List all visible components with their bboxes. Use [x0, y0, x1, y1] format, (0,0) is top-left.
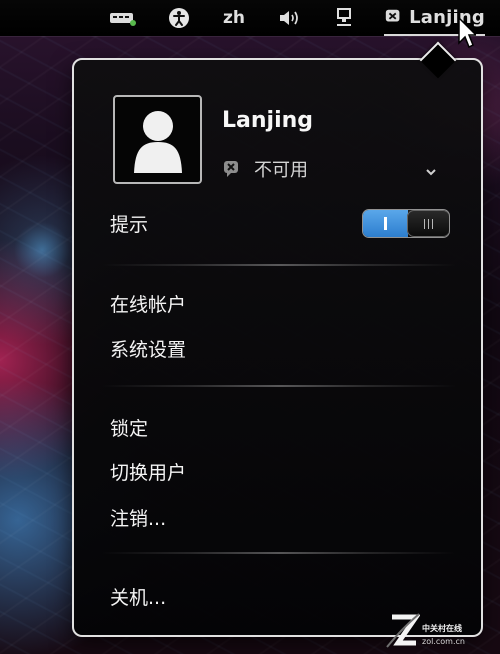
accessibility-icon — [169, 8, 189, 28]
mouse-cursor-icon — [458, 17, 476, 48]
status-unavailable-icon — [224, 161, 238, 177]
status-unavailable-icon — [385, 9, 400, 22]
status-dropdown-button[interactable] — [422, 163, 440, 181]
avatar-button[interactable] — [113, 95, 202, 184]
notifications-toggle[interactable] — [362, 209, 450, 238]
language-label: zh — [223, 8, 245, 28]
keyboard-panel-button[interactable] — [106, 0, 140, 36]
status-label: 不可用 — [254, 160, 308, 181]
menu-separator — [102, 385, 456, 387]
volume-panel-button[interactable] — [274, 0, 304, 36]
logout-menu-item[interactable]: 注销... — [110, 504, 166, 531]
toggle-knob[interactable] — [407, 210, 449, 237]
notifications-label: 提示 — [110, 214, 149, 236]
lock-menu-item[interactable]: 锁定 — [110, 414, 148, 441]
chevron-down-icon — [426, 169, 436, 176]
system-settings-menu-item[interactable]: 系统设置 — [110, 335, 186, 362]
top-panel: zh Lanjing — [0, 0, 500, 36]
menu-user-name: Lanjing — [222, 108, 314, 133]
menu-separator — [102, 264, 456, 266]
watermark-text: 中关村在线 — [422, 624, 462, 633]
menu-separator — [102, 552, 456, 554]
desktop-screen: zh Lanjing Lanjing 不可用 提示 在线帐户 系统设置 锁定 切… — [0, 0, 500, 654]
watermark-domain: zol.com.cn — [422, 637, 465, 646]
keyboard-icon — [110, 13, 136, 26]
zol-watermark: 中关村在线 zol.com.cn — [385, 612, 493, 652]
power-off-menu-item[interactable]: 关机... — [110, 583, 166, 610]
user-menu: Lanjing 不可用 提示 在线帐户 系统设置 锁定 切换用户 注销... 关… — [72, 58, 483, 637]
switch-user-menu-item[interactable]: 切换用户 — [110, 458, 186, 485]
online-accounts-menu-item[interactable]: 在线帐户 — [110, 290, 186, 317]
accessibility-panel-button[interactable] — [167, 0, 191, 36]
toggle-on-area — [363, 210, 408, 237]
volume-icon — [280, 11, 298, 25]
toggle-grip-icon — [424, 218, 433, 229]
network-panel-button[interactable] — [331, 0, 357, 36]
status-selector[interactable]: 不可用 — [222, 156, 308, 182]
user-avatar-icon — [133, 110, 182, 173]
zol-logo — [386, 613, 420, 648]
network-icon — [337, 8, 351, 26]
language-panel-button[interactable]: zh — [218, 0, 250, 36]
toggle-on-mark — [384, 217, 387, 230]
